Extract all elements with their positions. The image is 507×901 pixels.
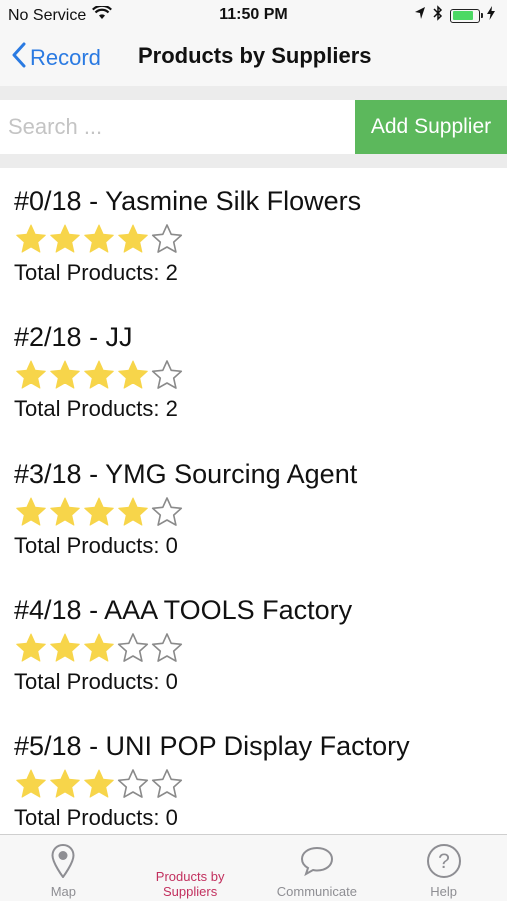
tab-label: Map [50, 884, 77, 899]
supplier-title: #4/18 - AAA TOOLS Factory [14, 595, 353, 625]
back-button[interactable]: Record [12, 40, 101, 76]
star-filled-icon [16, 769, 46, 798]
star-filled-icon [16, 633, 46, 662]
tab-label: Communicate [276, 884, 357, 899]
star-empty-icon [117, 633, 149, 662]
back-button-label: Record [30, 45, 101, 70]
star-rating [14, 359, 184, 391]
status-right [414, 5, 495, 26]
star-filled-icon [118, 224, 148, 253]
star-filled-icon [118, 360, 148, 389]
star-filled-icon [84, 497, 114, 526]
list-item[interactable]: #0/18 - Yasmine Silk Flowers Total Produ… [14, 168, 494, 294]
tab-map[interactable]: Map [0, 835, 127, 901]
supplier-title: #3/18 - YMG Sourcing Agent [14, 459, 358, 489]
star-empty-icon [117, 769, 149, 798]
tab-label: Help [430, 884, 457, 899]
divider [0, 86, 507, 100]
svg-text:?: ? [438, 850, 450, 873]
search-row: Add Supplier [0, 100, 507, 154]
navigation-bar: Record Products by Suppliers [0, 30, 507, 87]
star-rating [14, 223, 184, 255]
battery-icon [450, 8, 483, 23]
star-filled-icon [50, 769, 80, 798]
chevron-left-icon [12, 42, 26, 74]
star-filled-icon [84, 224, 114, 253]
list-item[interactable]: #5/18 - UNI POP Display Factory Total Pr… [14, 713, 494, 834]
supplier-total-products: Total Products: 0 [14, 533, 178, 558]
star-filled-icon [50, 497, 80, 526]
star-empty-icon [151, 224, 183, 253]
star-rating [14, 632, 184, 664]
star-empty-icon [151, 769, 183, 798]
star-empty-icon [151, 497, 183, 526]
star-filled-icon [84, 360, 114, 389]
map-pin-icon [51, 843, 75, 879]
status-bar: No Service 11:50 PM [0, 0, 507, 30]
tab-products-by-suppliers[interactable]: Products by Suppliers [127, 835, 254, 901]
star-empty-icon [151, 360, 183, 389]
list-item[interactable]: #4/18 - AAA TOOLS Factory Total Products… [14, 577, 494, 703]
location-arrow-icon [414, 6, 426, 25]
star-filled-icon [50, 360, 80, 389]
supplier-title: #2/18 - JJ [14, 322, 133, 352]
star-filled-icon [84, 633, 114, 662]
supplier-total-products: Total Products: 2 [14, 396, 178, 421]
list-item[interactable]: #2/18 - JJ Total Products: 2 [14, 304, 494, 430]
charging-bolt-icon [487, 6, 495, 25]
star-filled-icon [16, 497, 46, 526]
supplier-total-products: Total Products: 2 [14, 260, 178, 285]
tab-communicate[interactable]: Communicate [254, 835, 381, 901]
bluetooth-icon [433, 5, 443, 26]
star-filled-icon [50, 633, 80, 662]
supplier-total-products: Total Products: 0 [14, 669, 178, 694]
supplier-title: #0/18 - Yasmine Silk Flowers [14, 186, 362, 216]
tab-bar: Map Products by Suppliers Communicate ? … [0, 834, 507, 901]
help-icon: ? [426, 843, 462, 879]
tab-help[interactable]: ? Help [380, 835, 507, 901]
tab-label: Products by Suppliers [155, 869, 225, 899]
search-input[interactable] [0, 100, 355, 154]
star-empty-icon [151, 633, 183, 662]
page-title: Products by Suppliers [138, 43, 372, 68]
star-rating [14, 496, 184, 528]
star-filled-icon [118, 497, 148, 526]
speech-bubble-icon [299, 843, 335, 879]
star-filled-icon [16, 360, 46, 389]
supplier-total-products: Total Products: 0 [14, 805, 178, 830]
star-filled-icon [84, 769, 114, 798]
star-filled-icon [50, 224, 80, 253]
divider [0, 154, 507, 168]
star-filled-icon [16, 224, 46, 253]
supplier-title: #5/18 - UNI POP Display Factory [14, 731, 410, 761]
add-supplier-button[interactable]: Add Supplier [355, 100, 507, 154]
supplier-list: #0/18 - Yasmine Silk Flowers Total Produ… [0, 168, 507, 834]
list-item[interactable]: #3/18 - YMG Sourcing Agent Total Product… [14, 441, 494, 567]
star-rating [14, 768, 184, 800]
